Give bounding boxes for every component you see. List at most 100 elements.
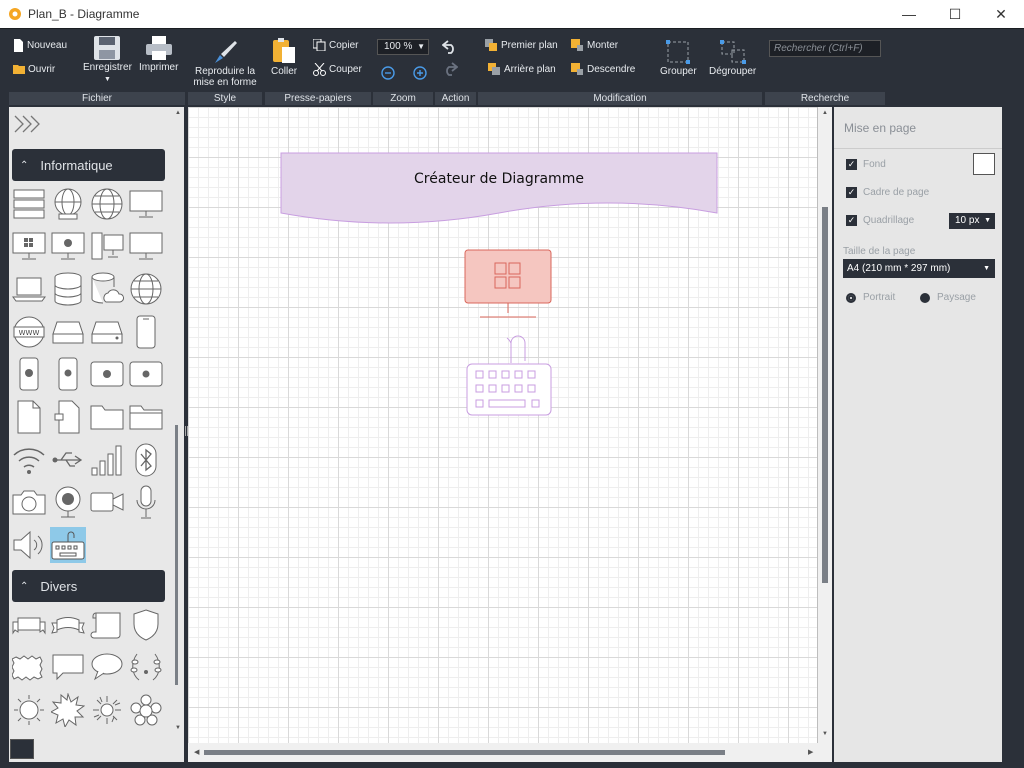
nouveau-button[interactable]: Nouveau: [13, 39, 67, 52]
shape-www[interactable]: WWW: [11, 314, 47, 350]
globe-server-icon: [54, 188, 82, 220]
grid-size-select[interactable]: 10 px ▼: [949, 213, 995, 229]
shape-database[interactable]: [50, 271, 86, 307]
shape-folder[interactable]: [89, 399, 125, 435]
imprimer-button[interactable]: Imprimer: [139, 35, 178, 73]
shape-document[interactable]: [11, 399, 47, 435]
scroll-down-arrow-icon[interactable]: ▼: [175, 725, 181, 731]
minimize-button[interactable]: —: [886, 0, 932, 28]
close-button[interactable]: ✕: [978, 0, 1024, 28]
canvas-vertical-scrollbar[interactable]: ▲ ▼: [818, 107, 832, 743]
degrouper-button[interactable]: Dégrouper: [709, 39, 756, 77]
shape-hard-drive[interactable]: [50, 314, 86, 350]
shape-signal[interactable]: [89, 442, 125, 478]
zoom-in-icon[interactable]: [413, 66, 427, 80]
shape-windows-pc[interactable]: [11, 228, 47, 264]
shape-tower-pc[interactable]: [89, 228, 125, 264]
shape-stamp[interactable]: [11, 649, 47, 685]
arriere-plan-button[interactable]: Arrière plan: [488, 63, 556, 75]
paysage-radio[interactable]: Paysage: [920, 292, 976, 303]
zoom-out-icon[interactable]: [381, 66, 395, 80]
shapes-panel-scrollbar[interactable]: ▲ ▼: [170, 107, 184, 736]
section-informatique[interactable]: ⌃ Informatique: [12, 149, 165, 181]
shape-document-2[interactable]: [50, 399, 86, 435]
monter-button[interactable]: Monter: [571, 39, 618, 51]
descendre-button[interactable]: Descendre: [571, 63, 635, 75]
undo-icon[interactable]: [442, 40, 458, 54]
redo-icon[interactable]: [442, 62, 458, 76]
shape-usb[interactable]: [50, 442, 86, 478]
shape-iphone[interactable]: [50, 356, 86, 392]
shape-globe[interactable]: [89, 186, 125, 222]
shape-wifi[interactable]: [11, 442, 47, 478]
canvas-horizontal-scroll-thumb[interactable]: [204, 750, 725, 755]
portrait-radio[interactable]: Portrait: [846, 292, 895, 303]
background-color-swatch[interactable]: [973, 153, 995, 175]
shape-hard-drive-2[interactable]: [89, 314, 125, 350]
scroll-up-arrow-icon[interactable]: ▲: [822, 110, 828, 116]
shape-android-tablet[interactable]: [89, 356, 125, 392]
canvas-vertical-scroll-thumb[interactable]: [822, 207, 828, 583]
banner-shape[interactable]: [280, 152, 720, 224]
scroll-right-arrow-icon[interactable]: ▶: [808, 748, 813, 756]
shape-speech-bubble[interactable]: [50, 649, 86, 685]
shape-ipad[interactable]: [128, 356, 164, 392]
quadrillage-checkbox[interactable]: ✓ Quadrillage: [846, 215, 914, 226]
shape-microphone[interactable]: [128, 484, 164, 520]
shape-screen[interactable]: [128, 228, 164, 264]
fond-checkbox[interactable]: ✓ Fond: [846, 159, 886, 170]
shapes-panel-scroll-thumb[interactable]: [175, 425, 178, 685]
shape-laptop[interactable]: [11, 271, 47, 307]
shape-webcam[interactable]: [50, 484, 86, 520]
maximize-button[interactable]: ☐: [932, 0, 978, 28]
shape-curved-banner[interactable]: [50, 607, 86, 643]
ouvrir-button[interactable]: Ouvrir: [13, 63, 55, 75]
scroll-up-arrow-icon[interactable]: ▲: [175, 110, 181, 116]
reproduire-button[interactable]: Reproduire la mise en forme: [192, 39, 258, 88]
shape-starburst[interactable]: [50, 692, 86, 728]
coller-button[interactable]: Coller: [271, 37, 297, 77]
diagram-canvas[interactable]: Créateur de Diagramme: [188, 107, 817, 743]
shape-burst[interactable]: [89, 692, 125, 728]
enregistrer-button[interactable]: Enregistrer ▼: [83, 35, 132, 85]
shape-smartphone[interactable]: [128, 314, 164, 350]
zoom-select[interactable]: 100 % ▼: [377, 39, 429, 55]
shape-cloud-database[interactable]: [89, 271, 125, 307]
shape-flower[interactable]: [128, 692, 164, 728]
arrows-shape-icon[interactable]: [13, 113, 49, 135]
shape-scroll[interactable]: [89, 607, 125, 643]
shape-mac[interactable]: [50, 228, 86, 264]
shape-server[interactable]: [11, 186, 47, 222]
shape-camera[interactable]: [11, 484, 47, 520]
section-divers[interactable]: ⌃ Divers: [12, 570, 165, 602]
shape-speaker[interactable]: [11, 527, 47, 563]
shape-laurel[interactable]: [128, 649, 164, 685]
shape-monitor[interactable]: [128, 186, 164, 222]
shape-shield[interactable]: [128, 607, 164, 643]
shape-bluetooth[interactable]: [128, 442, 164, 478]
android-phone-icon: [19, 357, 39, 391]
scroll-left-arrow-icon[interactable]: ◀: [194, 748, 199, 756]
scroll-down-arrow-icon[interactable]: ▼: [822, 731, 828, 737]
canvas-horizontal-scrollbar[interactable]: ◀ ▶: [188, 743, 832, 762]
cadre-checkbox[interactable]: ✓ Cadre de page: [846, 187, 929, 198]
shape-keyboard-selected[interactable]: [50, 527, 86, 563]
shape-globe-2[interactable]: [128, 271, 164, 307]
shape-globe-server[interactable]: [50, 186, 86, 222]
shape-folder-2[interactable]: [128, 399, 164, 435]
shape-video-camera[interactable]: [89, 484, 125, 520]
shape-sun[interactable]: [11, 692, 47, 728]
shape-ribbon-banner[interactable]: [11, 607, 47, 643]
panel-thumbnail-button[interactable]: [10, 739, 34, 759]
grouper-button[interactable]: Grouper: [660, 39, 697, 77]
monitor-shape[interactable]: [464, 249, 554, 321]
couper-button[interactable]: Couper: [313, 63, 362, 76]
keyboard-shape[interactable]: [464, 329, 554, 419]
shape-oval-bubble[interactable]: [89, 649, 125, 685]
premier-plan-button[interactable]: Premier plan: [485, 39, 558, 51]
copier-button[interactable]: Copier: [313, 39, 358, 51]
screen-icon: [129, 232, 163, 260]
page-size-select[interactable]: A4 (210 mm * 297 mm) ▼: [843, 259, 995, 278]
search-input[interactable]: Rechercher (Ctrl+F): [769, 40, 881, 57]
shape-android-phone[interactable]: [11, 356, 47, 392]
